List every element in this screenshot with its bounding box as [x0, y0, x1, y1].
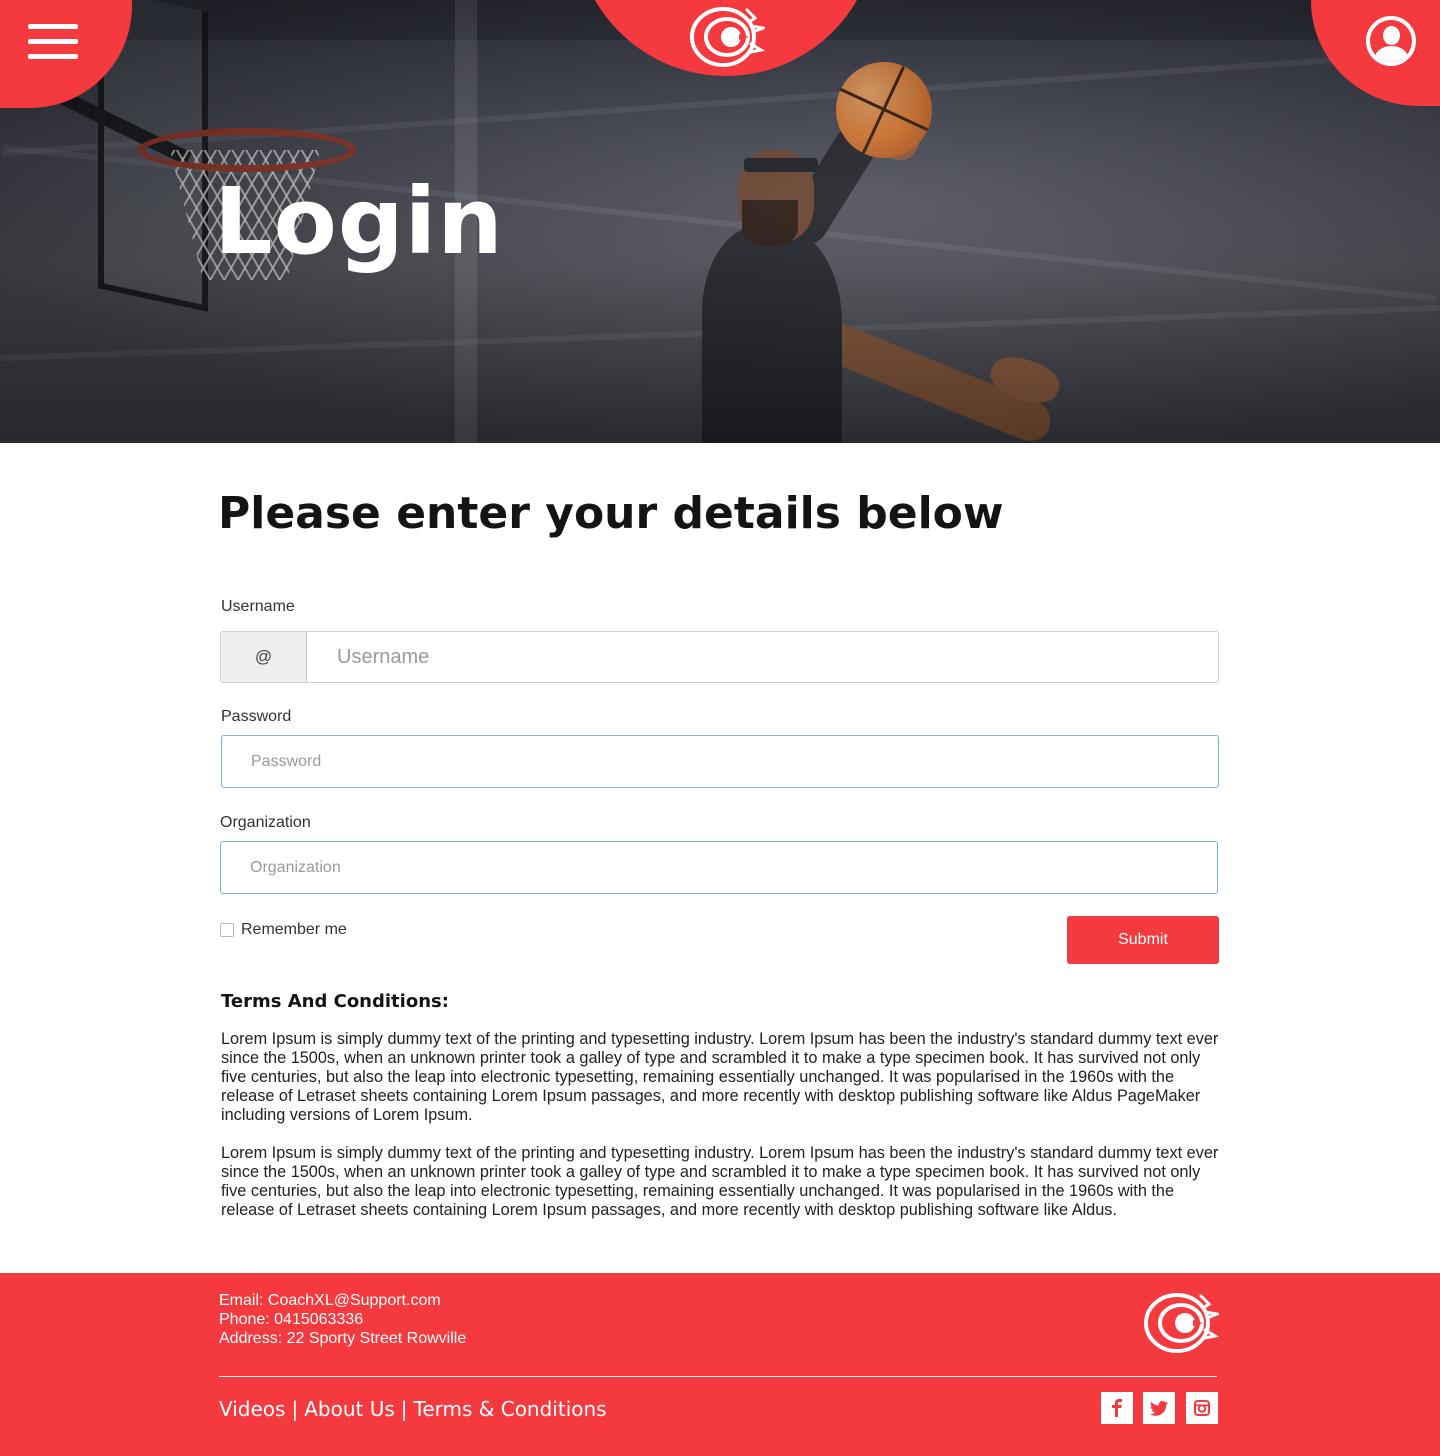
footer-divider [219, 1376, 1217, 1377]
remember-me-label: Remember me [241, 921, 347, 938]
link-separator: | [291, 1397, 299, 1421]
footer-links: Videos | About Us | Terms & Conditions [219, 1397, 607, 1421]
page-title: Login [214, 168, 504, 275]
coachxl-logo-icon [1144, 1293, 1219, 1353]
coachxl-logo-icon[interactable] [689, 4, 765, 68]
contact-phone: Phone: 0415063336 [219, 1311, 364, 1328]
username-input-group: @ [220, 631, 1219, 683]
footer-link-videos[interactable]: Videos [219, 1397, 285, 1421]
terms-paragraph: Lorem Ipsum is simply dummy text of the … [221, 1030, 1219, 1124]
contact-email[interactable]: Email: CoachXL@Support.com [219, 1291, 466, 1310]
contact-info: Email: CoachXL@Support.com Phone: 041506… [219, 1291, 466, 1348]
organization-label: Organization [220, 814, 311, 831]
footer-link-terms[interactable]: Terms & Conditions [414, 1397, 607, 1421]
instagram-icon[interactable] [1186, 1392, 1218, 1424]
remember-me-checkbox[interactable]: Remember me [220, 921, 347, 939]
password-label: Password [221, 708, 292, 725]
footer: Email: CoachXL@Support.com Phone: 041506… [0, 1273, 1440, 1456]
at-sign-addon: @ [221, 632, 307, 682]
checkbox-box[interactable] [220, 923, 234, 937]
hero-banner: Login [0, 0, 1440, 443]
footer-link-about-us[interactable]: About Us [304, 1397, 395, 1421]
hamburger-menu-icon[interactable] [28, 24, 80, 60]
username-input[interactable] [307, 632, 1218, 682]
organization-input[interactable] [220, 841, 1218, 894]
facebook-icon[interactable] [1101, 1392, 1133, 1424]
username-label: Username [221, 598, 295, 615]
form-heading: Please enter your details below [218, 488, 1004, 539]
terms-paragraph: Lorem Ipsum is simply dummy text of the … [221, 1144, 1219, 1219]
submit-button[interactable]: Submit [1067, 916, 1219, 964]
contact-address: Address: 22 Sporty Street Rowville [219, 1330, 467, 1347]
twitter-icon[interactable] [1143, 1392, 1175, 1424]
password-input[interactable] [221, 735, 1219, 788]
link-separator: | [400, 1397, 408, 1421]
terms-title: Terms And Conditions: [221, 991, 449, 1012]
user-profile-icon[interactable] [1366, 16, 1416, 66]
